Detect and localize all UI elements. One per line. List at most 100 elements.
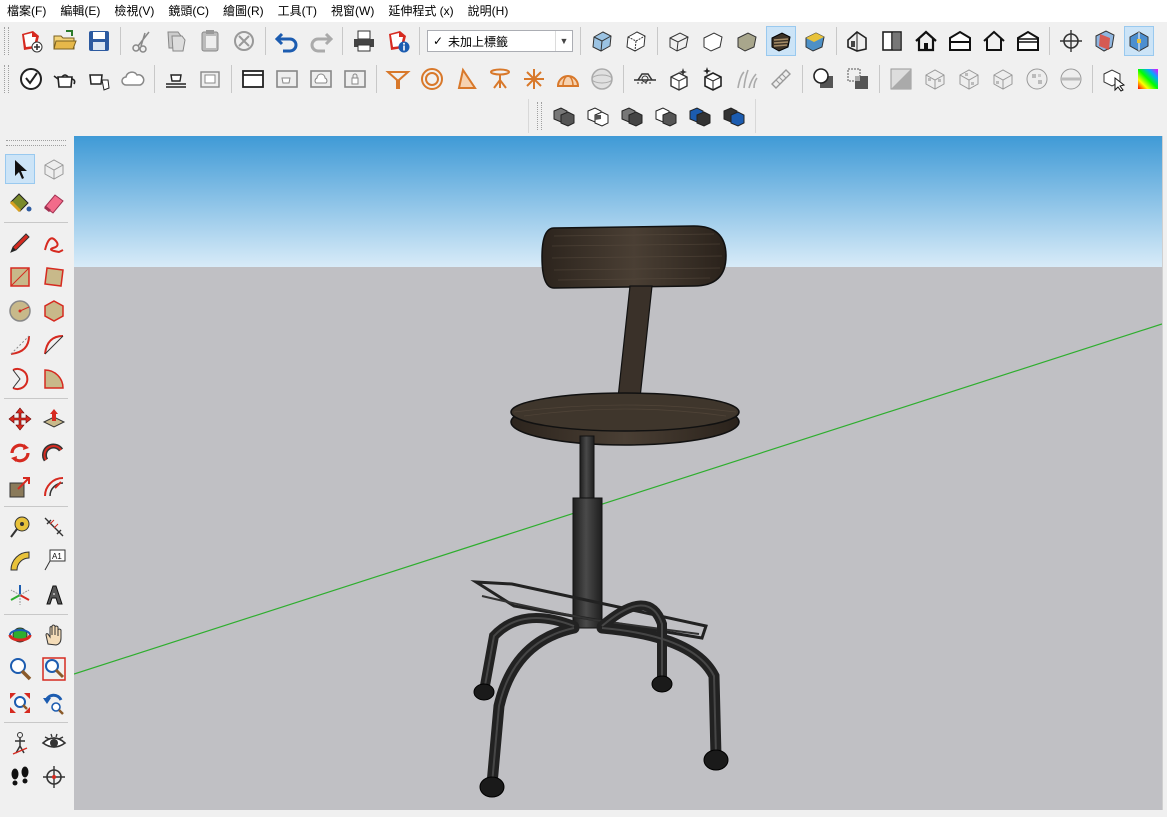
select-tool[interactable] bbox=[5, 154, 35, 184]
offset-rings-button[interactable] bbox=[417, 64, 447, 94]
component-window-button[interactable] bbox=[272, 64, 302, 94]
menu-file[interactable]: 檔案(F) bbox=[0, 0, 53, 22]
back-view-button[interactable] bbox=[979, 26, 1009, 56]
open-file-button[interactable] bbox=[50, 26, 80, 56]
match-photo-button[interactable] bbox=[886, 64, 916, 94]
sphere-button[interactable] bbox=[587, 64, 617, 94]
menu-edit[interactable]: 編輯(E) bbox=[53, 0, 107, 22]
scale-tool[interactable] bbox=[5, 472, 35, 502]
tag-selector[interactable]: ✓ 未加上標籤 ▼ bbox=[427, 30, 573, 52]
menu-view[interactable]: 檢視(V) bbox=[107, 0, 161, 22]
sandbox-flat-button[interactable] bbox=[195, 64, 225, 94]
lock-window-button[interactable] bbox=[340, 64, 370, 94]
model-viewport[interactable] bbox=[74, 136, 1162, 810]
toolbar-grip[interactable] bbox=[537, 102, 542, 130]
teapot-pick-button[interactable] bbox=[84, 64, 114, 94]
texture-cube-3-button[interactable] bbox=[988, 64, 1018, 94]
save-button[interactable] bbox=[84, 26, 114, 56]
circle-tool[interactable] bbox=[5, 296, 35, 326]
menu-extensions[interactable]: 延伸程式 (x) bbox=[381, 0, 460, 22]
paste-button[interactable] bbox=[195, 26, 225, 56]
add-box-button[interactable] bbox=[664, 64, 694, 94]
toolbar-grip[interactable] bbox=[6, 140, 66, 146]
new-file-button[interactable] bbox=[16, 26, 46, 56]
freehand-tool[interactable] bbox=[39, 228, 69, 258]
arc-tool[interactable] bbox=[5, 330, 35, 360]
axes-tool[interactable] bbox=[5, 580, 35, 610]
pencil-cube-button[interactable] bbox=[766, 64, 796, 94]
iso-view-button[interactable] bbox=[843, 26, 873, 56]
three-point-arc-tool[interactable] bbox=[5, 364, 35, 394]
orbit-tool[interactable] bbox=[5, 620, 35, 650]
zoom-window-tool[interactable] bbox=[39, 654, 69, 684]
texture-sphere-button[interactable] bbox=[1022, 64, 1052, 94]
toolbar-grip[interactable] bbox=[4, 65, 9, 93]
push-pull-profile-button[interactable] bbox=[383, 64, 413, 94]
follow-me-tool[interactable] bbox=[39, 438, 69, 468]
chevron-down-icon[interactable]: ▼ bbox=[555, 31, 572, 51]
sandbox-button[interactable] bbox=[161, 64, 191, 94]
cone-button[interactable] bbox=[451, 64, 481, 94]
texture-cube-1-button[interactable] bbox=[920, 64, 950, 94]
xray-button[interactable] bbox=[587, 26, 617, 56]
cut-button[interactable] bbox=[127, 26, 157, 56]
3d-text-tool[interactable] bbox=[39, 580, 69, 610]
wireframe-button[interactable] bbox=[664, 26, 694, 56]
redo-button[interactable] bbox=[306, 26, 336, 56]
measure-distance-button[interactable] bbox=[630, 64, 660, 94]
walk-tool[interactable] bbox=[5, 762, 35, 792]
zoom-extents-tool[interactable] bbox=[5, 688, 35, 718]
monochrome-button[interactable] bbox=[800, 26, 830, 56]
hidden-line-button[interactable] bbox=[698, 26, 728, 56]
solid-subtract-button[interactable] bbox=[617, 101, 647, 131]
sparkle-cube-button[interactable] bbox=[698, 64, 728, 94]
left-view-button[interactable] bbox=[1013, 26, 1043, 56]
solid-outer-shell-button[interactable] bbox=[719, 101, 749, 131]
dimension-tool[interactable] bbox=[39, 512, 69, 542]
position-camera-tool[interactable] bbox=[5, 728, 35, 758]
menu-tools[interactable]: 工具(T) bbox=[271, 0, 324, 22]
undo-button[interactable] bbox=[272, 26, 302, 56]
solid-trim-button[interactable] bbox=[651, 101, 681, 131]
solid-intersect-button[interactable] bbox=[583, 101, 613, 131]
menu-help[interactable]: 說明(H) bbox=[461, 0, 516, 22]
make-component-tool[interactable] bbox=[39, 154, 69, 184]
text-tool[interactable]: A1 bbox=[39, 546, 69, 576]
scene-window-button[interactable] bbox=[238, 64, 268, 94]
model-info-button[interactable] bbox=[383, 26, 413, 56]
protractor-tool[interactable] bbox=[5, 546, 35, 576]
burst-button[interactable] bbox=[519, 64, 549, 94]
previous-view-tool[interactable] bbox=[39, 688, 69, 718]
grass-button[interactable] bbox=[732, 64, 762, 94]
styles-window-button[interactable] bbox=[306, 64, 336, 94]
toolbar-grip[interactable] bbox=[4, 27, 9, 55]
top-view-button[interactable] bbox=[877, 26, 907, 56]
tape-measure-tool[interactable] bbox=[5, 512, 35, 542]
erase-button[interactable] bbox=[229, 26, 259, 56]
paint-bucket-tool[interactable] bbox=[5, 188, 35, 218]
copy-button[interactable] bbox=[161, 26, 191, 56]
dome-button[interactable] bbox=[553, 64, 583, 94]
outer-shell-button[interactable] bbox=[809, 64, 839, 94]
polygon-tool[interactable] bbox=[39, 296, 69, 326]
right-view-button[interactable] bbox=[945, 26, 975, 56]
texture-sphere-2-button[interactable] bbox=[1056, 64, 1086, 94]
rotate-tool[interactable] bbox=[5, 438, 35, 468]
section-plane-button[interactable] bbox=[1090, 26, 1120, 56]
front-view-button[interactable] bbox=[911, 26, 941, 56]
back-edges-button[interactable] bbox=[621, 26, 651, 56]
solid-tools-button[interactable] bbox=[16, 64, 46, 94]
solid-union-button[interactable] bbox=[549, 101, 579, 131]
teapot-button[interactable] bbox=[50, 64, 80, 94]
shaded-with-textures-button[interactable] bbox=[766, 26, 796, 56]
zoom-tool[interactable] bbox=[5, 654, 35, 684]
rotated-rectangle-tool[interactable] bbox=[39, 262, 69, 292]
menu-window[interactable]: 視窗(W) bbox=[324, 0, 381, 22]
table-button[interactable] bbox=[485, 64, 515, 94]
eraser-tool[interactable] bbox=[39, 188, 69, 218]
texture-cube-2-button[interactable] bbox=[954, 64, 984, 94]
line-tool[interactable] bbox=[5, 228, 35, 258]
menu-camera[interactable]: 鏡頭(C) bbox=[161, 0, 216, 22]
offset-tool[interactable] bbox=[39, 472, 69, 502]
select-cube-button[interactable] bbox=[1099, 64, 1129, 94]
